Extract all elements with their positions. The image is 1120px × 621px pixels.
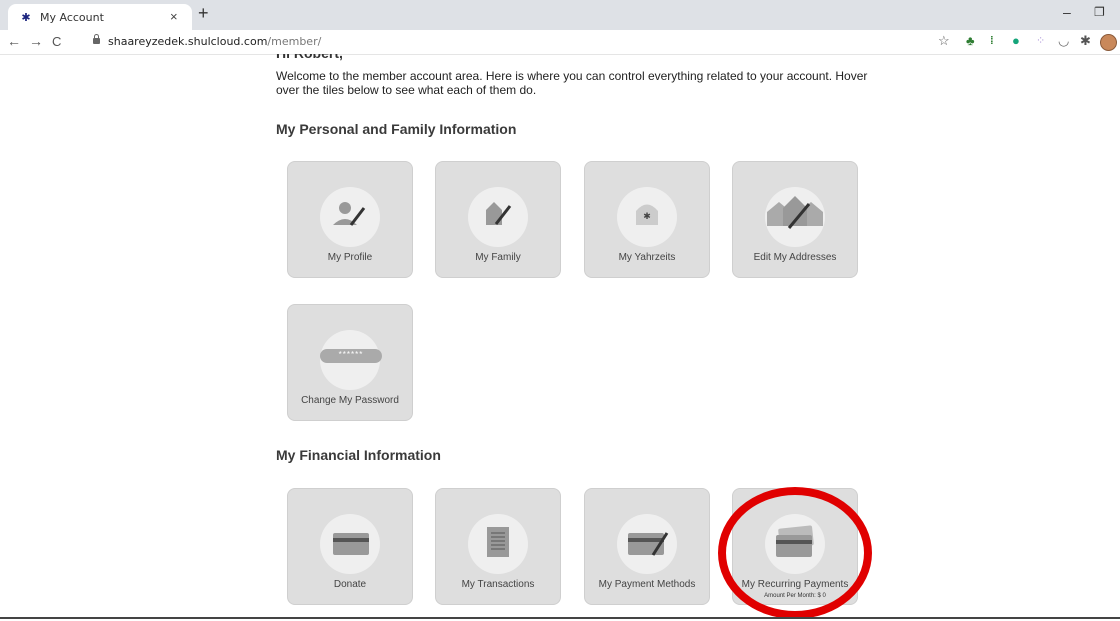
tile-my-yahrzeits[interactable]: ✱ My Yahrzeits [584,161,710,278]
profile-avatar[interactable] [1100,34,1117,51]
back-button[interactable]: ← [7,33,21,49]
section-title-personal: My Personal and Family Information [276,121,517,137]
browser-tab-strip: ✱ My Account × + – ❐ [0,0,1120,30]
address-bar[interactable]: shaareyzedek.shulcloud.com/member/ [108,35,321,48]
close-tab-icon[interactable]: × [170,9,178,24]
evernote-extension-icon[interactable]: ♣ [966,34,975,48]
tile-label: Donate [333,579,367,590]
browser-tab[interactable]: ✱ My Account × [8,4,192,30]
tile-my-family[interactable]: My Family [435,161,561,278]
extension-dots-icon[interactable]: ⁘ [1036,34,1045,48]
tile-label: My Family [475,252,521,263]
lock-icon[interactable] [93,34,100,44]
intro-text: Welcome to the member account area. Here… [276,69,868,97]
grammarly-extension-icon[interactable]: ● [1012,34,1020,48]
tile-my-payment-methods[interactable]: My Payment Methods [584,488,710,605]
section-title-financial: My Financial Information [276,447,441,463]
tile-label: Change My Password [301,395,399,406]
tile-my-profile[interactable]: My Profile [287,161,413,278]
tile-label: Edit My Addresses [753,252,837,263]
reload-button[interactable]: C [52,34,61,49]
url-host: shaareyzedek.shulcloud.com [108,35,268,48]
password-mask: ****** [338,350,364,359]
bookmark-star-icon[interactable]: ☆ [938,34,950,48]
minimize-button[interactable]: – [1063,4,1071,20]
tile-my-transactions[interactable]: My Transactions [435,488,561,605]
tile-label: My Transactions [461,579,535,590]
pocket-extension-icon[interactable]: ◡ [1058,34,1069,48]
extensions-puzzle-icon[interactable]: ✱ [1080,34,1091,48]
highlight-circle-annotation [718,487,872,619]
restore-button[interactable]: ❐ [1094,5,1105,19]
tile-label: My Payment Methods [598,579,696,590]
tile-edit-my-addresses[interactable]: Edit My Addresses [732,161,858,278]
forward-button[interactable]: → [29,33,43,49]
tile-label: My Profile [327,252,373,263]
address-toolbar: ← → C shaareyzedek.shulcloud.com/member/… [0,30,1120,55]
extension-icon[interactable]: ⁞ [990,34,994,48]
tile-change-my-password[interactable]: ****** Change My Password [287,304,413,421]
tab-title: My Account [40,11,104,24]
svg-text:✱: ✱ [643,212,651,222]
new-tab-button[interactable]: + [198,3,209,24]
url-path: /member/ [267,35,322,48]
bottom-divider [0,617,1120,619]
tile-donate[interactable]: Donate [287,488,413,605]
site-favicon-icon: ✱ [21,12,31,24]
tile-label: My Yahrzeits [618,252,676,263]
